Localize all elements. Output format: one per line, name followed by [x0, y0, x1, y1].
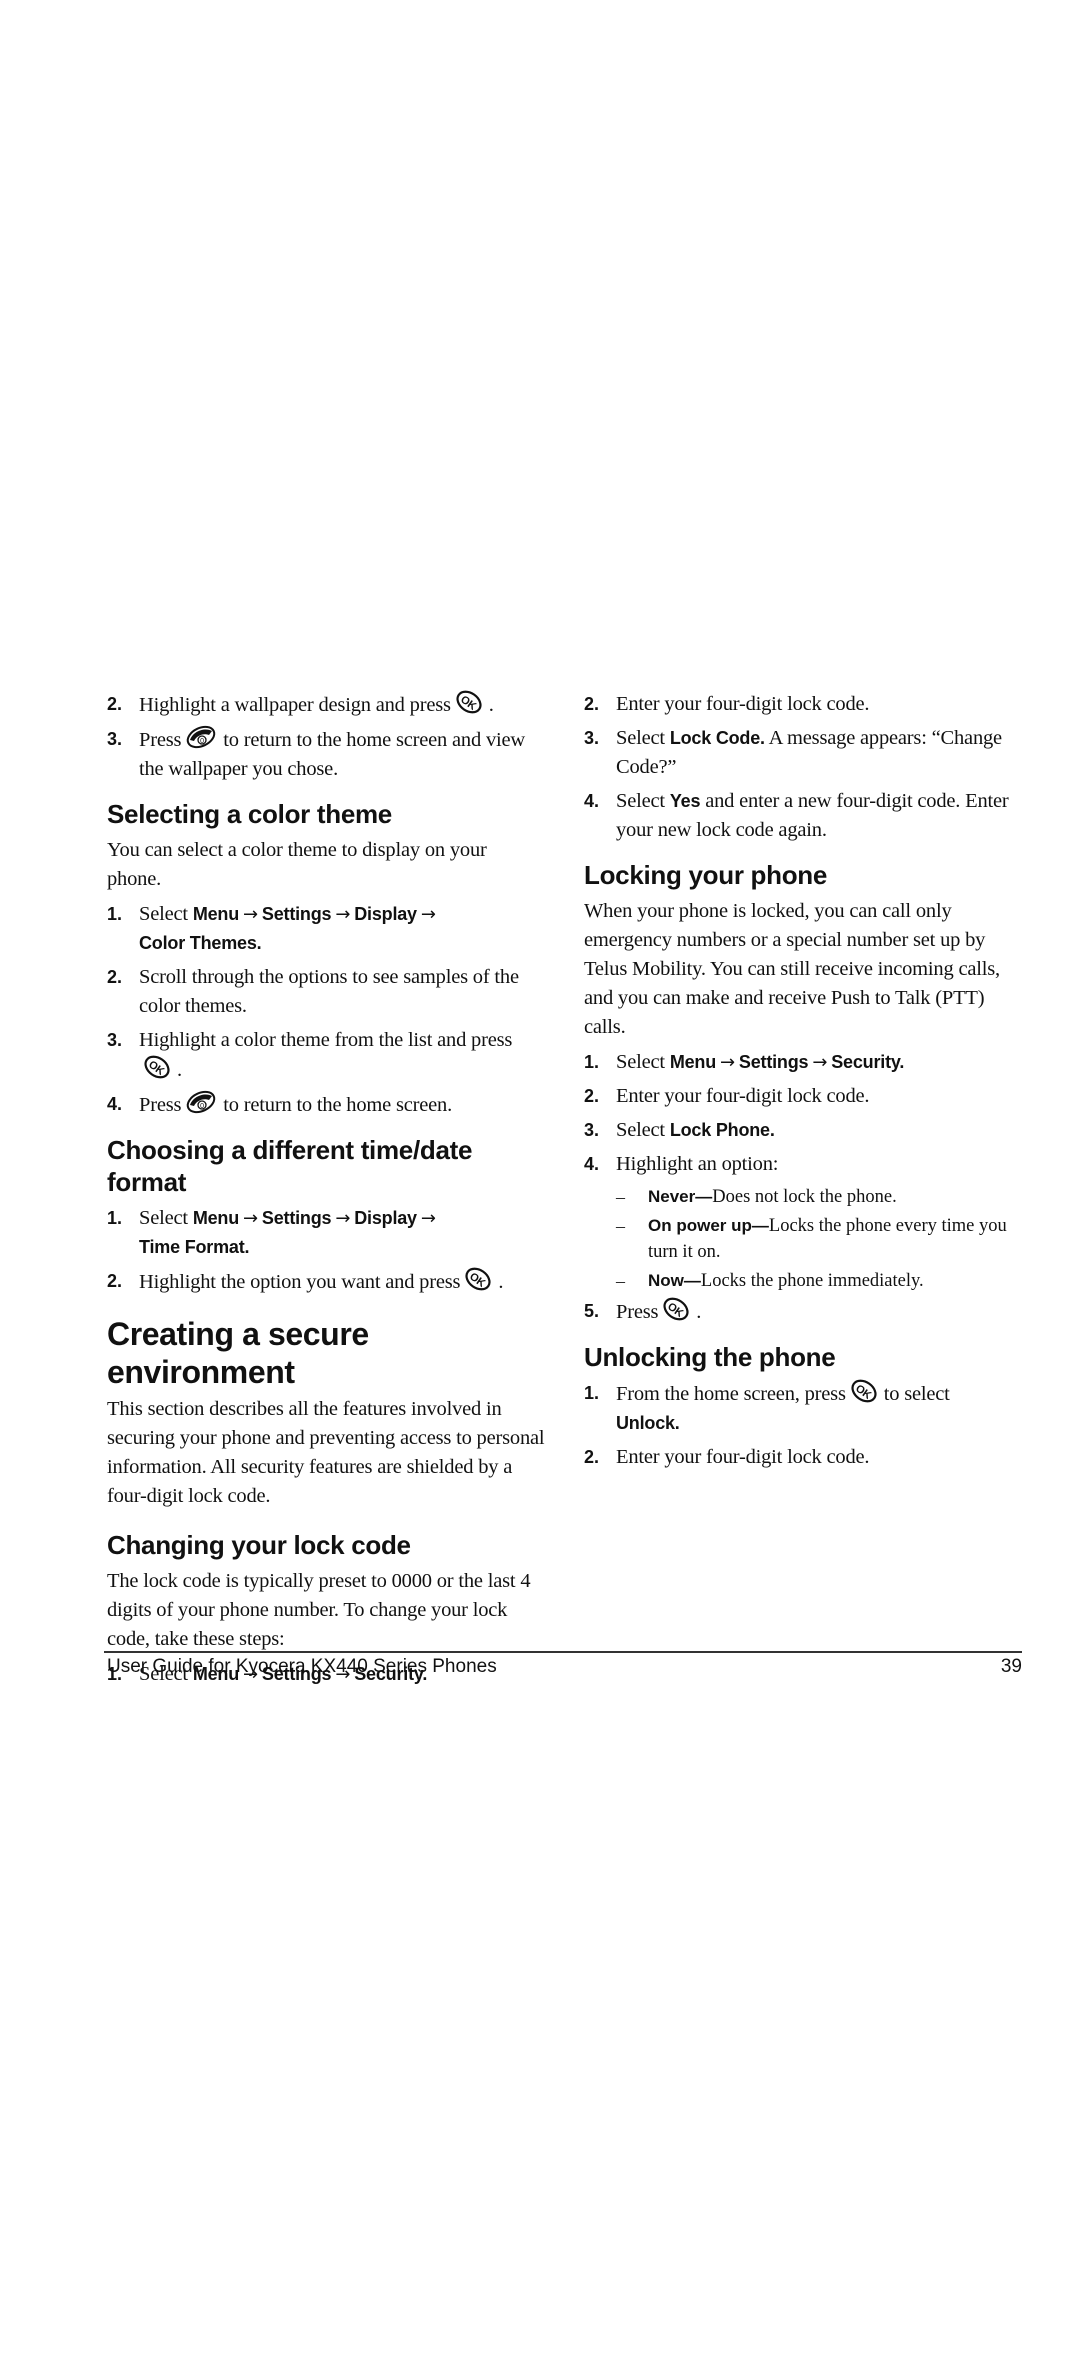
arrow-icon: →: [243, 1208, 258, 1229]
heading-locking-phone: Locking your phone: [584, 860, 828, 890]
right-column: 2. Enter your four-digit lock code. 3. S…: [584, 690, 1024, 1477]
footer-divider: [104, 1651, 1022, 1653]
menu-path-item: Color Themes.: [139, 933, 262, 953]
heading-color-theme: Selecting a color theme: [107, 799, 392, 829]
lock-code-step-3: 3. Select Lock Code. A message appears: …: [584, 727, 1002, 778]
arrow-icon: →: [720, 1052, 735, 1073]
menu-path-item: Display: [354, 1208, 417, 1228]
menu-path-item: Settings: [261, 904, 332, 924]
arrow-icon: →: [243, 904, 258, 925]
time-format-step-1: 1. Select Menu → Settings → Display → Time For…: [107, 1204, 547, 1262]
ok-key-icon: [454, 690, 485, 716]
locking-step-4: 4. Highlight an option:: [584, 1153, 779, 1175]
unlocking-step-2: 2. Enter your four-digit lock code.: [584, 1446, 870, 1468]
lock-code-step-4: 4. Select Yes and enter a new four-digit…: [584, 790, 1009, 841]
color-theme-step-2: 2. Scroll through the options to see sam…: [107, 966, 519, 1017]
menu-path-item: Menu: [192, 904, 240, 924]
heading-time-format: Choosing a different time/date format: [107, 1135, 473, 1197]
lock-code-body: The lock code is typically preset to 000…: [107, 1570, 531, 1650]
page-number: 39: [1000, 1656, 1022, 1677]
color-theme-step-1: 1. Select Menu → Settings → Display → Color Th…: [107, 900, 547, 958]
menu-path-item: Settings: [261, 1208, 332, 1228]
menu-path-item: Time Format.: [139, 1237, 250, 1257]
ok-key-icon: [464, 1267, 495, 1293]
arrow-icon: →: [420, 1208, 436, 1229]
unlocking-step-1: 1. From the home screen, press to select U…: [584, 1379, 1024, 1438]
step-number: 3.: [107, 729, 123, 749]
end-key-icon: [185, 725, 219, 751]
heading-unlocking-phone: Unlocking the phone: [584, 1342, 836, 1372]
menu-path-item: Menu: [669, 1052, 717, 1072]
ok-key-icon: [143, 1055, 173, 1081]
lock-option-now: – Now—Locks the phone immediately.: [616, 1271, 924, 1291]
color-theme-step-4: 4. Press to return to the home screen.: [107, 1090, 547, 1120]
locking-step-5: 5. Press.: [584, 1297, 1024, 1327]
left-column: 2. Highlight a wallpaper design and pres…: [107, 690, 547, 1694]
lock-option-on-power-up: – On power up—Locks the phone every time…: [616, 1216, 1007, 1262]
locking-step-1: 1. Select Menu → Settings → Security.: [584, 1051, 905, 1073]
heading-lock-code: Changing your lock code: [107, 1530, 411, 1560]
step-number: 2.: [107, 694, 123, 714]
ok-key-icon: [662, 1297, 693, 1323]
menu-path-item: Settings: [738, 1052, 809, 1072]
footer-title: User Guide for Kyocera KX440 Series Phon…: [107, 1656, 497, 1677]
arrow-icon: →: [420, 904, 436, 925]
ok-key-icon: [849, 1379, 880, 1405]
heading-secure-environment: Creating a secure environment: [107, 1316, 369, 1390]
lock-option-never: – Never—Does not lock the phone.: [616, 1187, 897, 1207]
wallpaper-step-3: 3. Press to return to the home screen and…: [107, 725, 547, 784]
locking-step-3: 3. Select Lock Phone.: [584, 1119, 775, 1141]
secure-environment-body: This section describes all the features …: [107, 1398, 545, 1507]
end-key-icon: [185, 1090, 219, 1116]
menu-path-item: Security.: [831, 1052, 905, 1072]
locking-phone-body: When your phone is locked, you can call …: [584, 900, 1000, 1038]
wallpaper-step-2: 2. Highlight a wallpaper design and pres…: [107, 690, 547, 720]
menu-path-item: Display: [354, 904, 417, 924]
arrow-icon: →: [335, 904, 351, 925]
arrow-icon: →: [812, 1052, 828, 1073]
color-theme-body: You can select a color theme to display …: [107, 839, 487, 890]
time-format-step-2: 2. Highlight the option you want and pre…: [107, 1267, 547, 1297]
lock-code-step-2: 2. Enter your four-digit lock code.: [584, 693, 870, 715]
locking-step-2: 2. Enter your four-digit lock code.: [584, 1085, 870, 1107]
menu-path-item: Menu: [192, 1208, 240, 1228]
arrow-icon: →: [335, 1208, 351, 1229]
color-theme-step-3: 3. Highlight a color theme from the list…: [107, 1029, 513, 1081]
